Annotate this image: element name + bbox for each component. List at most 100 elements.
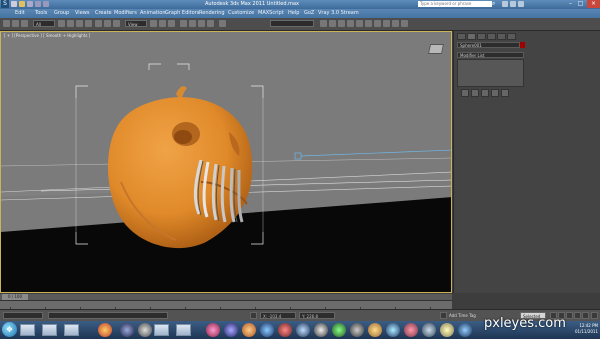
- pin-stack-icon[interactable]: [461, 89, 469, 97]
- taskbar-window-thumb[interactable]: [154, 324, 169, 336]
- new-file-icon[interactable]: [11, 1, 17, 7]
- redo-icon[interactable]: [43, 1, 49, 7]
- graphite-toggle-icon[interactable]: [347, 20, 354, 27]
- undo-icon[interactable]: [35, 1, 41, 7]
- rotate-icon[interactable]: [104, 20, 111, 27]
- app-icon[interactable]: [120, 323, 134, 337]
- app-icon[interactable]: [350, 323, 364, 337]
- app-icon[interactable]: [98, 323, 112, 337]
- edit-named-selection-icon[interactable]: [219, 20, 226, 27]
- bind-space-warp-icon[interactable]: [21, 20, 28, 27]
- schematic-view-icon[interactable]: [365, 20, 372, 27]
- next-frame-icon[interactable]: [574, 312, 581, 319]
- menu-vray[interactable]: Vray 3.0 Stream: [318, 9, 359, 18]
- menu-customize[interactable]: Customize: [228, 9, 254, 18]
- scale-icon[interactable]: [113, 20, 120, 27]
- snaps-toggle-icon[interactable]: [180, 20, 187, 27]
- menu-maxscript[interactable]: MAXScript: [258, 9, 284, 18]
- menu-edit[interactable]: Edit: [15, 9, 25, 18]
- play-icon[interactable]: [566, 312, 573, 319]
- remove-modifier-icon[interactable]: [491, 89, 499, 97]
- maxscript-listener[interactable]: [3, 312, 43, 319]
- search-input[interactable]: Type a keyword or phrase: [418, 1, 492, 7]
- open-file-icon[interactable]: [19, 1, 25, 7]
- taskbar-window-thumb[interactable]: [64, 324, 79, 336]
- motion-tab[interactable]: [487, 33, 496, 40]
- render-production-icon[interactable]: [401, 20, 408, 27]
- lock-selection-icon[interactable]: [250, 312, 257, 319]
- app-icon[interactable]: [296, 323, 310, 337]
- maximize-button[interactable]: □: [576, 0, 585, 8]
- star-icon[interactable]: [510, 1, 516, 7]
- spinner-snap-icon[interactable]: [207, 20, 214, 27]
- material-editor-icon[interactable]: [374, 20, 381, 27]
- app-icon[interactable]: [422, 323, 436, 337]
- app-icon[interactable]: [224, 323, 238, 337]
- hierarchy-tab[interactable]: [477, 33, 486, 40]
- save-file-icon[interactable]: [27, 1, 33, 7]
- show-end-result-icon[interactable]: [471, 89, 479, 97]
- search-icon[interactable]: ⌕: [492, 1, 498, 7]
- selection-region-icon[interactable]: [76, 20, 83, 27]
- select-manipulate-icon[interactable]: [159, 20, 166, 27]
- app-icon[interactable]: [278, 323, 292, 337]
- help-icon[interactable]: [502, 1, 508, 7]
- named-selection-set-dropdown[interactable]: [270, 20, 314, 27]
- system-clock[interactable]: 12:42 PM 01/11/2011: [563, 323, 598, 335]
- perspective-viewport[interactable]: [ + ] [Perspective ] [ Smooth + Highligh…: [0, 31, 452, 293]
- app-icon[interactable]: [386, 323, 400, 337]
- app-icon[interactable]: [332, 323, 346, 337]
- object-color-swatch[interactable]: [520, 42, 525, 48]
- object-name-field[interactable]: Sphere001: [457, 42, 520, 48]
- menu-graph-editors[interactable]: Graph Editors: [165, 9, 199, 18]
- taskbar-window-thumb[interactable]: [42, 324, 57, 336]
- angle-snap-icon[interactable]: [189, 20, 196, 27]
- app-icon[interactable]: [138, 323, 152, 337]
- display-tab[interactable]: [497, 33, 506, 40]
- minimize-button[interactable]: –: [566, 0, 575, 8]
- taskbar-window-thumb[interactable]: [176, 324, 191, 336]
- render-setup-icon[interactable]: [383, 20, 390, 27]
- app-icon[interactable]: [458, 323, 472, 337]
- rendered-frame-window-icon[interactable]: [392, 20, 399, 27]
- window-crossing-icon[interactable]: [85, 20, 92, 27]
- app-icon[interactable]: [206, 323, 220, 337]
- percent-snap-icon[interactable]: [198, 20, 205, 27]
- app-icon[interactable]: [260, 323, 274, 337]
- align-icon[interactable]: [329, 20, 336, 27]
- menu-create[interactable]: Create: [95, 9, 112, 18]
- info-icon[interactable]: [518, 1, 524, 7]
- app-icon[interactable]: [314, 323, 328, 337]
- keyboard-shortcut-icon[interactable]: [168, 20, 175, 27]
- menu-group[interactable]: Group: [54, 9, 69, 18]
- app-icon[interactable]: [368, 323, 382, 337]
- make-unique-icon[interactable]: [481, 89, 489, 97]
- pivot-center-icon[interactable]: [150, 20, 157, 27]
- menu-rendering[interactable]: Rendering: [199, 9, 225, 18]
- modifier-list-dropdown[interactable]: Modifier List: [457, 52, 524, 58]
- app-logo-icon[interactable]: S: [1, 0, 9, 8]
- mirror-icon[interactable]: [320, 20, 327, 27]
- menu-views[interactable]: Views: [75, 9, 89, 18]
- menu-help[interactable]: Help: [288, 9, 299, 18]
- menu-tools[interactable]: Tools: [35, 9, 47, 18]
- curve-editor-icon[interactable]: [356, 20, 363, 27]
- start-button[interactable]: ❖: [2, 322, 17, 337]
- layer-manager-icon[interactable]: [338, 20, 345, 27]
- x-coordinate-field[interactable]: X: -103.4: [260, 312, 296, 319]
- taskbar-window-thumb[interactable]: [20, 324, 35, 336]
- time-tag-icon[interactable]: [440, 312, 447, 319]
- add-time-tag-label[interactable]: Add Time Tag: [449, 312, 476, 319]
- create-tab[interactable]: [457, 33, 466, 40]
- menu-modifiers[interactable]: Modifiers: [114, 9, 137, 18]
- app-icon[interactable]: [404, 323, 418, 337]
- close-button[interactable]: ×: [587, 0, 600, 8]
- menu-goz[interactable]: GoZ: [304, 9, 314, 18]
- move-icon[interactable]: [95, 20, 102, 27]
- reference-coordinate-dropdown[interactable]: View: [125, 20, 147, 27]
- select-object-icon[interactable]: [58, 20, 65, 27]
- utilities-tab[interactable]: [507, 33, 516, 40]
- select-by-name-icon[interactable]: [67, 20, 74, 27]
- link-icon[interactable]: [3, 20, 10, 27]
- y-coordinate-field[interactable]: Y: 226.8: [299, 312, 335, 319]
